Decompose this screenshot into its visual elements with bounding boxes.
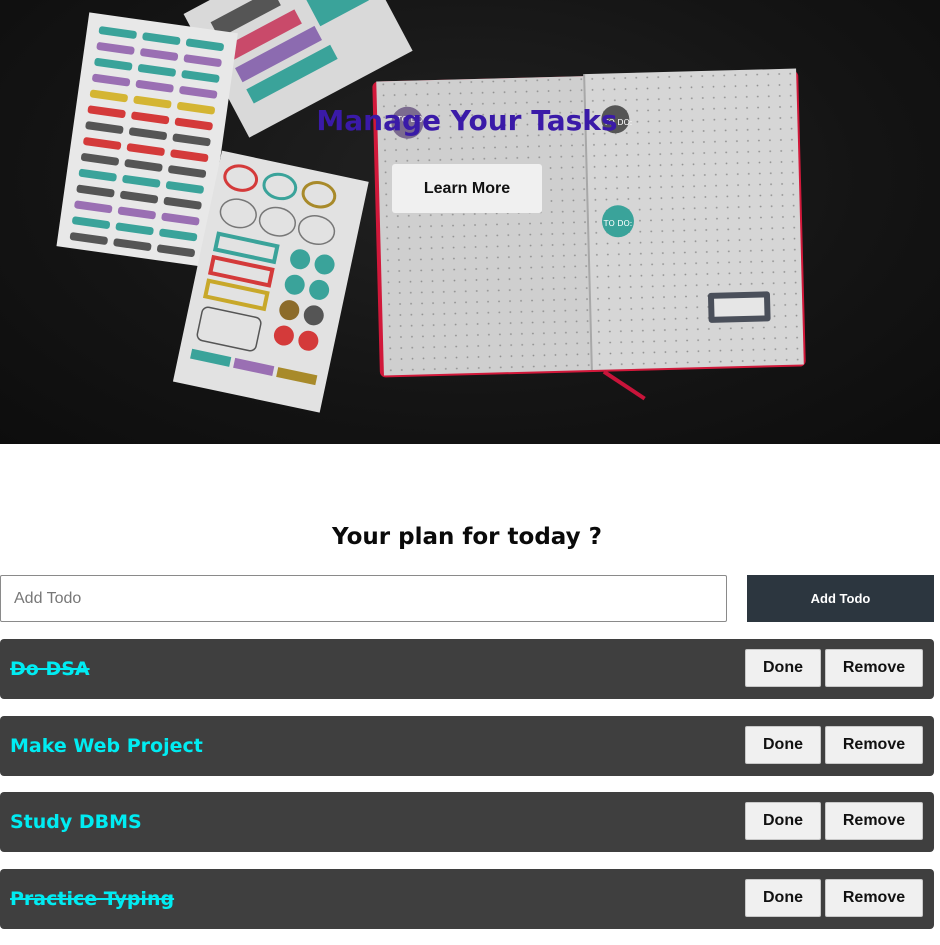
add-todo-input[interactable] xyxy=(0,575,727,622)
hero-background-image: TO DO TO DO: TO DO: xyxy=(56,0,806,413)
done-button[interactable]: Done xyxy=(745,725,821,764)
todo-list: Do DSA Done Remove Make Web Project Done… xyxy=(0,639,934,945)
hero-banner: TO DO TO DO: TO DO: Manage Your Tasks Le… xyxy=(0,0,940,444)
todo-text: Practice Typing xyxy=(10,887,175,910)
hero-title: Manage Your Tasks xyxy=(316,104,618,137)
todo-text: Study DBMS xyxy=(10,811,142,833)
add-todo-button[interactable]: Add Todo xyxy=(747,575,934,622)
remove-button[interactable]: Remove xyxy=(825,649,923,687)
learn-more-button[interactable]: Learn More xyxy=(392,164,542,213)
todo-item: Study DBMS Done Remove xyxy=(0,792,934,852)
done-button[interactable]: Done xyxy=(745,802,821,840)
todo-item: Practice Typing Done Remove xyxy=(0,868,934,929)
remove-button[interactable]: Remove xyxy=(825,802,923,840)
remove-button[interactable]: Remove xyxy=(825,878,923,917)
todo-item: Make Web Project Done Remove xyxy=(0,715,934,776)
sticker-text: TO DO: xyxy=(603,219,633,228)
todo-text: Make Web Project xyxy=(10,734,203,757)
done-button[interactable]: Done xyxy=(745,649,821,687)
todo-text: Do DSA xyxy=(10,658,90,680)
remove-button[interactable]: Remove xyxy=(825,725,923,764)
done-button[interactable]: Done xyxy=(745,878,821,917)
todo-item: Do DSA Done Remove xyxy=(0,639,934,699)
plan-title: Your plan for today ? xyxy=(332,524,602,550)
